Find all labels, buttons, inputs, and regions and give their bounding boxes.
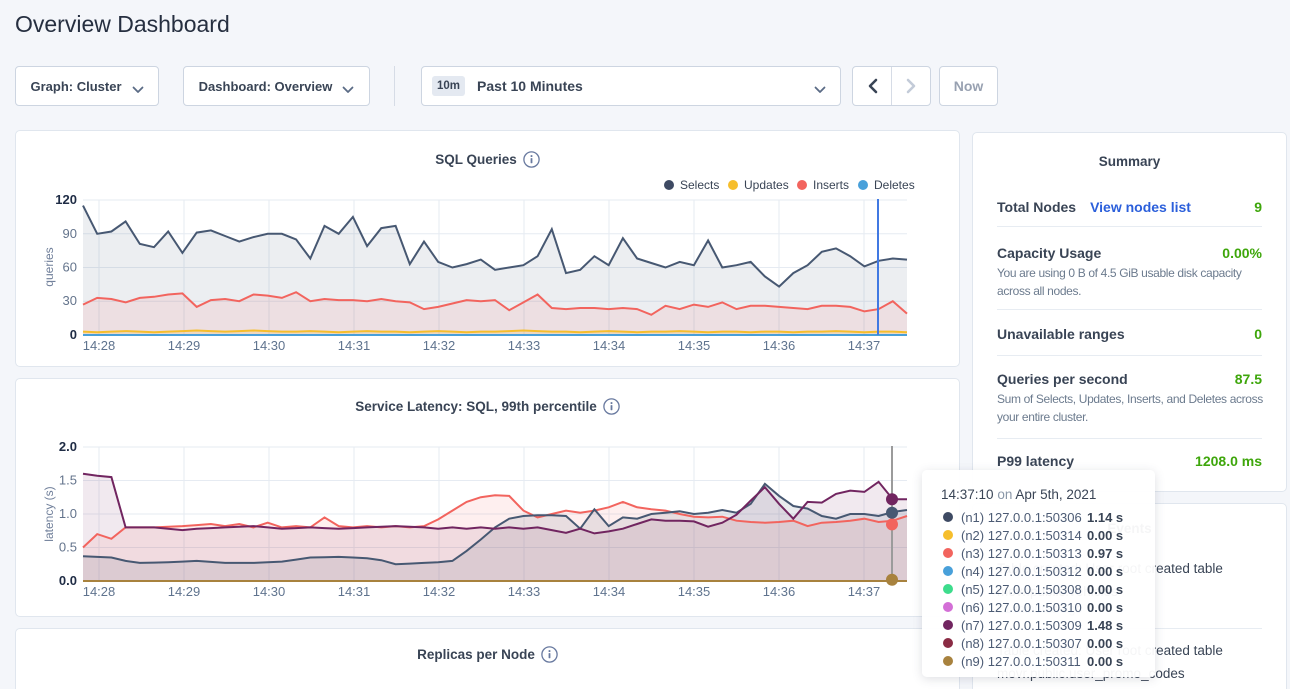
svg-text:14:32: 14:32 [423,584,456,599]
svg-text:14:31: 14:31 [338,584,371,599]
svg-text:1.5: 1.5 [59,473,77,488]
svg-text:14:30: 14:30 [253,584,286,599]
svg-text:120: 120 [55,192,77,207]
svg-text:14:29: 14:29 [168,584,201,599]
svg-text:30: 30 [63,293,77,308]
svg-text:14:33: 14:33 [508,338,541,353]
svg-text:14:30: 14:30 [253,338,286,353]
svg-text:60: 60 [63,260,77,275]
svg-text:90: 90 [63,226,77,241]
svg-text:14:36: 14:36 [763,584,796,599]
svg-text:queries: queries [42,247,56,286]
svg-text:14:34: 14:34 [593,338,626,353]
svg-text:14:32: 14:32 [423,338,456,353]
svg-text:0.5: 0.5 [59,540,77,555]
svg-text:14:28: 14:28 [83,338,116,353]
svg-text:14:34: 14:34 [593,584,626,599]
svg-text:14:35: 14:35 [678,584,711,599]
svg-text:14:37: 14:37 [848,584,881,599]
svg-text:latency (s): latency (s) [42,486,56,541]
svg-text:0.0: 0.0 [59,573,77,588]
svg-text:1.0: 1.0 [59,506,77,521]
svg-text:0: 0 [70,327,77,342]
svg-text:2.0: 2.0 [59,439,77,454]
svg-text:14:33: 14:33 [508,584,541,599]
svg-text:14:31: 14:31 [338,338,371,353]
svg-text:14:29: 14:29 [168,338,201,353]
svg-text:14:37: 14:37 [848,338,881,353]
svg-text:14:36: 14:36 [763,338,796,353]
svg-text:14:28: 14:28 [83,584,116,599]
svg-text:14:35: 14:35 [678,338,711,353]
